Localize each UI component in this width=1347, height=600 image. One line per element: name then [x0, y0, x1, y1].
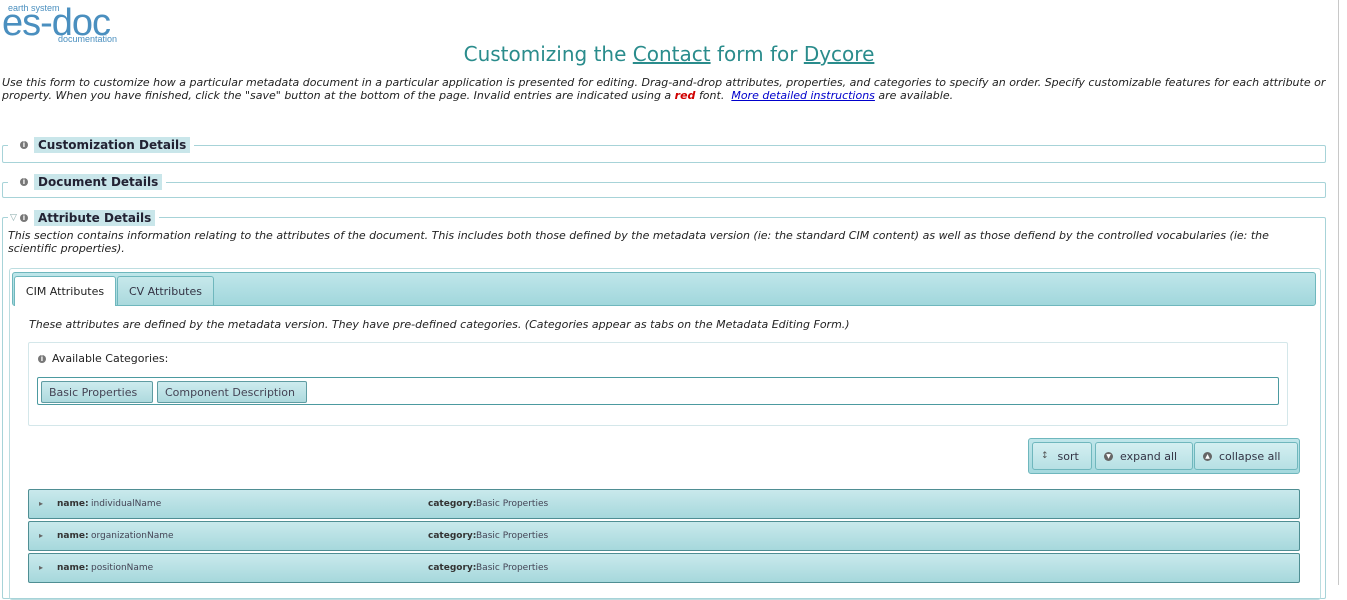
expand-arrow-icon[interactable]: ▸ [39, 531, 43, 540]
expand-icon: ▼ [1104, 451, 1113, 461]
expand-arrow-icon[interactable]: ▸ [39, 563, 43, 572]
tab-cv-attributes[interactable]: CV Attributes [117, 276, 214, 305]
category-key: category: [428, 563, 477, 573]
collapse-triangle-icon[interactable]: ▽ [10, 213, 20, 223]
title-prefix: Customizing the [463, 42, 627, 66]
dycore-link[interactable]: Dycore [804, 42, 875, 66]
document-legend[interactable]: i Document Details [8, 174, 167, 190]
attribute-details-label[interactable]: Attribute Details [34, 210, 156, 226]
cim-description: These attributes are defined by the meta… [29, 318, 850, 331]
attribute-description: This section contains information relati… [8, 229, 1269, 255]
expand-all-button[interactable]: ▼ expand all [1095, 442, 1193, 470]
attribute-legend[interactable]: ▽ i Attribute Details [8, 210, 160, 226]
category-key: category: [428, 531, 477, 541]
attribute-category: Basic Properties [476, 531, 549, 541]
collapse-icon: ▲ [1203, 451, 1212, 461]
document-details-label[interactable]: Document Details [34, 174, 163, 190]
attribute-name: positionName [91, 563, 154, 573]
sort-icon: ↕ [1041, 451, 1049, 461]
collapse-label: collapse all [1219, 449, 1281, 463]
customization-legend[interactable]: i Customization Details [8, 137, 195, 153]
sort-label: sort [1057, 449, 1079, 463]
attribute-category: Basic Properties [476, 563, 549, 573]
name-key: name: [57, 499, 89, 509]
info-icon[interactable]: i [20, 214, 28, 222]
intro-part3: are available. [878, 89, 954, 102]
intro-part1: Use this form to customize how a particu… [2, 76, 1326, 102]
tab-cim-attributes[interactable]: CIM Attributes [14, 276, 116, 306]
attribute-name: individualName [91, 499, 162, 509]
document-section [2, 182, 1326, 198]
customization-details-label[interactable]: Customization Details [34, 137, 191, 153]
title-middle: form for [716, 42, 798, 66]
page-title: Customizing the Contact form for Dycore [0, 42, 1338, 66]
attribute-category: Basic Properties [476, 499, 549, 509]
intro-text: Use this form to customize how a particu… [2, 76, 1332, 102]
name-key: name: [57, 563, 89, 573]
intro-red-word: red [674, 89, 696, 102]
table-row[interactable]: ▸ name: individualName category: Basic P… [28, 489, 1300, 519]
customization-section [2, 145, 1326, 163]
categories-label: i Available Categories: [38, 352, 168, 365]
instructions-link[interactable]: More detailed instructions [731, 89, 875, 102]
intro-part2: font. [698, 89, 725, 102]
window-edge [1338, 0, 1339, 585]
available-categories-label: Available Categories: [52, 352, 169, 365]
contact-link[interactable]: Contact [633, 42, 711, 66]
info-icon[interactable]: i [20, 141, 28, 149]
category-chip-component-description[interactable]: Component Description [157, 381, 307, 403]
expand-arrow-icon[interactable]: ▸ [39, 499, 43, 508]
table-row[interactable]: ▸ name: organizationName category: Basic… [28, 521, 1300, 551]
category-chip-basic-properties[interactable]: Basic Properties [41, 381, 153, 403]
collapse-all-button[interactable]: ▲ collapse all [1194, 442, 1298, 470]
sort-button[interactable]: ↕ sort [1032, 442, 1092, 470]
info-icon[interactable]: i [38, 354, 46, 363]
attribute-name: organizationName [91, 531, 174, 541]
info-icon[interactable]: i [20, 178, 28, 186]
expand-label: expand all [1120, 449, 1178, 463]
esdoc-logo: earth system es-doc documentation [2, 0, 117, 46]
table-row[interactable]: ▸ name: positionName category: Basic Pro… [28, 553, 1300, 583]
name-key: name: [57, 531, 89, 541]
category-key: category: [428, 499, 477, 509]
